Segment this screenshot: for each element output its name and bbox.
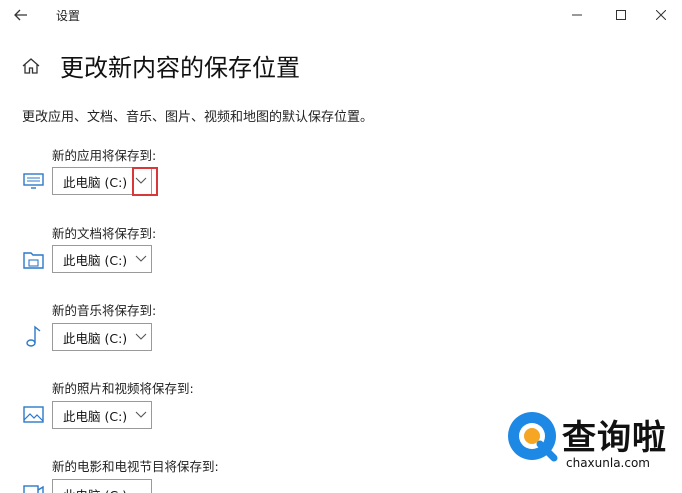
chevron-down-icon (131, 324, 151, 350)
apps-location-value: 此电脑 (C:) (63, 174, 128, 190)
music-location-value: 此电脑 (C:) (63, 330, 128, 346)
picture-icon (22, 404, 46, 426)
close-icon (656, 10, 666, 20)
minimize-button[interactable] (554, 0, 600, 30)
monitor-icon (22, 171, 46, 193)
movies-location-value: 此电脑 (C:) (63, 485, 151, 493)
photos-location-dropdown[interactable]: 此电脑 (C:) (52, 401, 152, 429)
music-save-label: 新的音乐将保存到: (52, 303, 157, 318)
documents-location-value: 此电脑 (C:) (63, 252, 128, 268)
back-arrow-icon (14, 9, 27, 21)
page-description: 更改应用、文档、音乐、图片、视频和地图的默认保存位置。 (22, 110, 374, 125)
photos-save-label: 新的照片和视频将保存到: (52, 381, 194, 396)
minimize-icon (572, 14, 582, 16)
video-icon (22, 483, 46, 493)
movies-save-label: 新的电影和电视节目将保存到: (52, 459, 219, 474)
home-button[interactable] (20, 55, 42, 77)
documents-location-dropdown[interactable]: 此电脑 (C:) (52, 245, 152, 273)
close-button[interactable] (638, 0, 682, 30)
watermark-domain: chaxunla.com (566, 456, 650, 470)
window-title: 设置 (56, 9, 81, 23)
page-title: 更改新内容的保存位置 (60, 54, 300, 82)
title-bar: 设置 (0, 0, 682, 30)
folder-icon (22, 249, 46, 271)
music-note-icon (22, 324, 46, 347)
music-location-dropdown[interactable]: 此电脑 (C:) (52, 323, 152, 351)
watermark-brand: 查询啦 (562, 418, 667, 458)
home-icon (22, 58, 40, 74)
maximize-icon (616, 10, 626, 20)
chevron-down-icon (131, 246, 151, 272)
chevron-down-icon (131, 402, 151, 428)
photos-location-value: 此电脑 (C:) (63, 408, 128, 424)
watermark: 查询啦 chaxunla.com (502, 404, 678, 484)
highlight-box (132, 167, 158, 196)
apps-save-label: 新的应用将保存到: (52, 148, 157, 163)
magnifier-logo-icon (508, 412, 558, 462)
back-button[interactable] (10, 4, 32, 26)
movies-location-dropdown[interactable]: 此电脑 (C:) (52, 479, 152, 493)
documents-save-label: 新的文档将保存到: (52, 226, 157, 241)
